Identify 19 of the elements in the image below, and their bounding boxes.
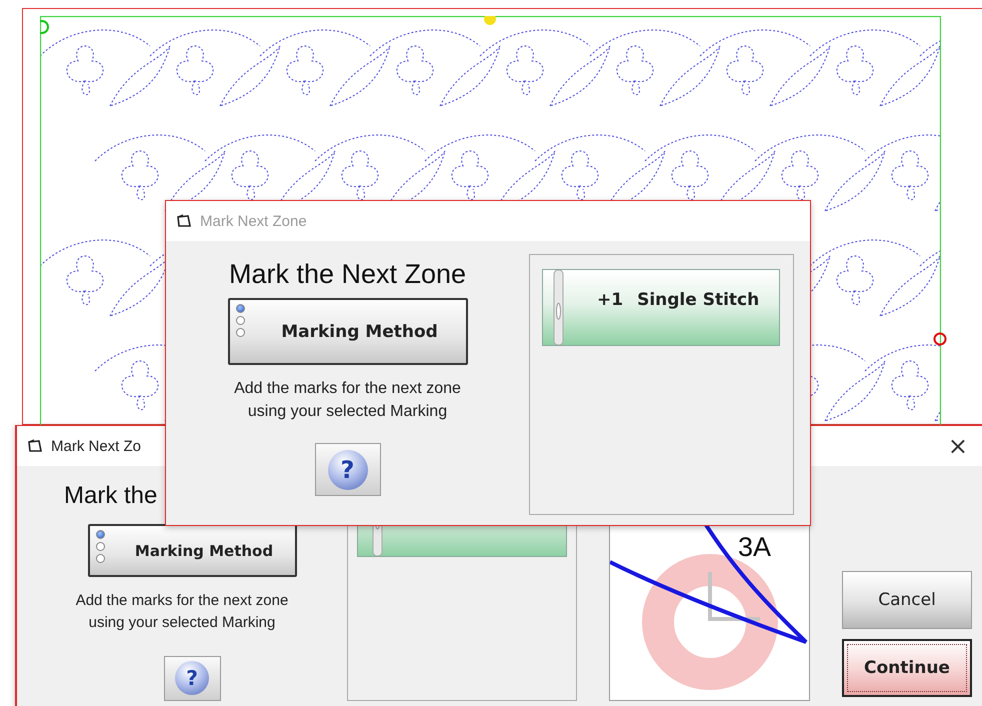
marking-method-button[interactable]: Marking Method [228, 298, 468, 365]
dialog-heading: Mark the Next Zone [228, 259, 466, 290]
help-button[interactable]: ? [164, 656, 220, 700]
end-marker-icon [934, 332, 946, 346]
marking-method-button[interactable]: Marking Method [88, 524, 296, 577]
instruction-text: Add the marks for the next zone using your selected Marking [234, 379, 461, 422]
window-icon [176, 214, 192, 228]
help-button[interactable]: ? [314, 443, 380, 496]
start-marker-icon [40, 20, 49, 34]
instruction-text: Add the marks for the next zone using your selected Marking [76, 591, 288, 633]
cancel-button[interactable]: Cancel [842, 571, 972, 629]
continue-button[interactable]: Continue [842, 639, 972, 697]
close-button[interactable]: × [944, 432, 972, 460]
zone-label: 3A [738, 532, 772, 563]
stitch-button[interactable]: +1 Single Stitch [542, 269, 780, 346]
window-icon [27, 439, 43, 453]
window-title: Mark Next Zo [51, 438, 142, 454]
window-title: Mark Next Zone [200, 212, 307, 230]
dialog-heading: Mark the [63, 481, 158, 510]
